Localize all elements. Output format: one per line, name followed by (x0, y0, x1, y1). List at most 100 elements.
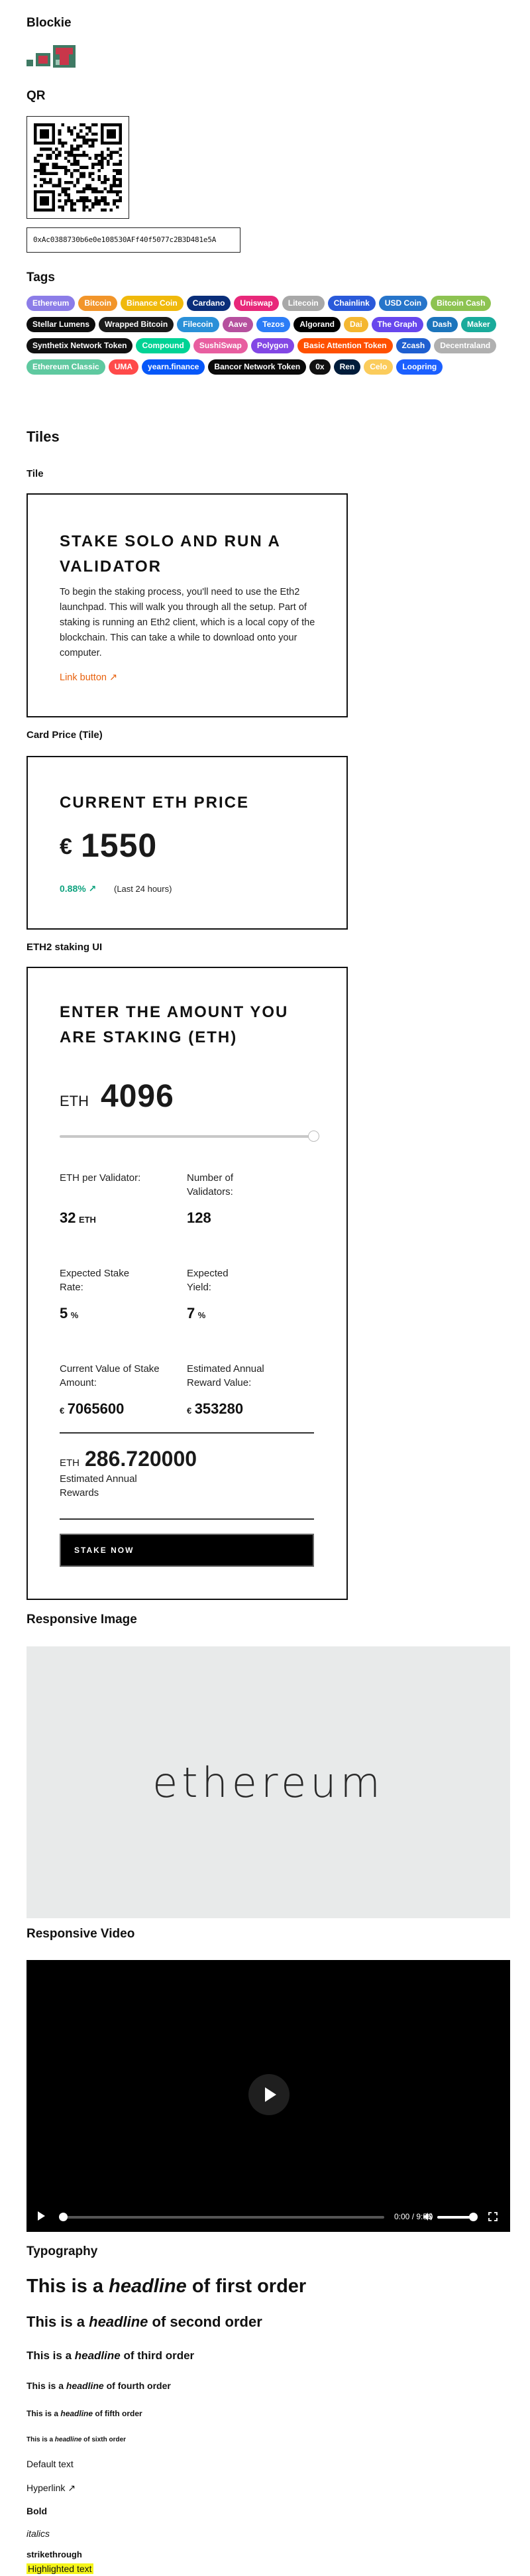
qr-title: QR (26, 89, 46, 103)
tag-dash[interactable]: Dash (426, 317, 458, 332)
typography-title: Typography (26, 2244, 98, 2258)
tag-ethereum-classic[interactable]: Ethereum Classic (26, 359, 105, 375)
tag-chainlink[interactable]: Chainlink (327, 296, 376, 311)
staking-tile: ENTER THE AMOUNT YOU ARE STAKING (ETH) E… (26, 967, 348, 1600)
staking-heading: ENTER THE AMOUNT YOU ARE STAKING (ETH) (60, 1003, 289, 1046)
tag-the-graph[interactable]: The Graph (371, 317, 423, 332)
tag-decentraland[interactable]: Decentraland (434, 338, 497, 353)
validator-tile: STAKE SOLO AND RUN A VALIDATOR To begin … (26, 493, 348, 717)
highlighted-text: Highlighted text (26, 2563, 93, 2574)
validators-label: Number of Validators: (187, 1172, 234, 1197)
tile-heading: STAKE SOLO AND RUN A VALIDATOR (60, 532, 280, 576)
headline-5: This is a headline of fifth order (26, 2409, 142, 2418)
tag-bancor-network-token[interactable]: Bancor Network Token (208, 359, 307, 375)
italic-text: italics (26, 2528, 50, 2539)
tag-0x[interactable]: 0x (309, 359, 331, 375)
price-period: (Last 24 hours) (114, 884, 172, 894)
tag-celo[interactable]: Celo (364, 359, 394, 375)
strikethrough-text: strikethrough (26, 2549, 82, 2559)
tiles-title: Tiles (26, 428, 60, 445)
tag-filecoin[interactable]: Filecoin (177, 317, 219, 332)
tag-usd-coin[interactable]: USD Coin (378, 296, 428, 311)
stake-now-label: STAKE NOW (74, 1546, 134, 1555)
price-value: 1550 (81, 827, 158, 864)
price-heading: CURRENT ETH PRICE (60, 794, 250, 812)
tags-title: Tags (26, 271, 55, 284)
tag-basic-attention-token[interactable]: Basic Attention Token (297, 338, 393, 353)
stake-slider-handle[interactable] (308, 1131, 319, 1142)
hyperlink[interactable]: Hyperlink ↗ (26, 2483, 76, 2494)
staking-section-title: ETH2 staking UI (26, 942, 103, 953)
tag-bitcoin-cash[interactable]: Bitcoin Cash (431, 296, 492, 311)
ethereum-banner-image: ethereum (26, 1646, 510, 1918)
tag-wrapped-bitcoin[interactable]: Wrapped Bitcoin (99, 317, 174, 332)
link-button[interactable]: Link button ↗ (60, 672, 117, 683)
video-progress-bar[interactable] (63, 2216, 384, 2219)
rewards-value: 286.720000 (85, 1447, 197, 1471)
video-player[interactable]: 0:00 / 9:56 (26, 1960, 510, 2232)
volume-handle[interactable] (469, 2213, 478, 2221)
eth-per-validator-value: 32 ETH (60, 1209, 96, 1226)
tag-bitcoin[interactable]: Bitcoin (78, 296, 118, 311)
tile-body: To begin the staking process, you'll nee… (60, 587, 315, 658)
wallet-address[interactable]: 0xAc0388730b6e0e108530AFf40f5077c2B3D481… (26, 227, 240, 253)
stake-now-button[interactable]: STAKE NOW (60, 1534, 314, 1567)
tag-polygon[interactable]: Polygon (250, 338, 295, 353)
yield-label: Expected Yield: (187, 1268, 229, 1293)
current-value-label: Current Value of Stake Amount: (60, 1363, 160, 1388)
tag-zcash[interactable]: Zcash (396, 338, 431, 353)
tag-algorand[interactable]: Algorand (293, 317, 341, 332)
blockie-title: Blockie (26, 16, 72, 30)
yield-value: 7 % (187, 1305, 206, 1321)
headline-2: This is a headline of second order (26, 2313, 262, 2330)
tag-sushiswap[interactable]: SushiSwap (193, 338, 248, 353)
price-tile: CURRENT ETH PRICE € 1550 0.88% ↗ (Last 2… (26, 756, 348, 930)
bold-text: Bold (26, 2506, 48, 2516)
divider (60, 1432, 314, 1434)
reward-value: € 353280 (187, 1400, 244, 1417)
volume-slider[interactable] (437, 2216, 474, 2219)
reward-value-label: Estimated Annual Reward Value: (187, 1363, 264, 1388)
tag-tezos[interactable]: Tezos (256, 317, 291, 332)
video-progress-handle[interactable] (59, 2213, 68, 2221)
tag-dai[interactable]: Dai (343, 317, 368, 332)
stake-slider-track[interactable] (60, 1135, 314, 1138)
tag-maker[interactable]: Maker (461, 317, 496, 332)
play-icon[interactable] (38, 2211, 45, 2221)
tags-list: Ethereum Bitcoin Binance Coin Cardano Uniswa… (26, 296, 510, 375)
blockie-avatar (26, 44, 83, 74)
stake-rate-value: 5 % (60, 1305, 79, 1321)
responsive-video-title: Responsive Video (26, 1927, 135, 1941)
rewards-unit: ETH (60, 1457, 80, 1469)
tag-cardano[interactable]: Cardano (186, 296, 231, 311)
default-text: Default text (26, 2459, 74, 2469)
tile-section-title: Tile (26, 468, 44, 479)
eth-label: ETH (60, 1093, 89, 1109)
tag-stellar-lumens[interactable]: Stellar Lumens (26, 317, 96, 332)
tag-aave[interactable]: Aave (222, 317, 254, 332)
tag-loopring[interactable]: Loopring (396, 359, 443, 375)
headline-1: This is a headline of first order (26, 2276, 307, 2297)
tag-synthetix-network-token[interactable]: Synthetix Network Token (26, 338, 133, 353)
tag-uniswap[interactable]: Uniswap (234, 296, 279, 311)
tag-ethereum[interactable]: Ethereum (26, 296, 76, 311)
current-value: € 7065600 (60, 1400, 125, 1417)
headline-3: This is a headline of third order (26, 2349, 195, 2362)
qr-code (26, 116, 129, 219)
play-overlay-button[interactable] (248, 2074, 290, 2115)
tag-uma[interactable]: UMA (108, 359, 139, 375)
eth-per-validator-label: ETH per Validator: (60, 1172, 141, 1184)
divider (60, 1518, 314, 1520)
stake-amount[interactable]: 4096 (101, 1078, 174, 1115)
fullscreen-icon[interactable] (488, 2212, 498, 2225)
validators-value: 128 (187, 1209, 211, 1226)
tag-litecoin[interactable]: Litecoin (282, 296, 325, 311)
tag-yearn-finance[interactable]: yearn.finance (142, 359, 205, 375)
tag-ren[interactable]: Ren (333, 359, 361, 375)
tag-compound[interactable]: Compound (136, 338, 190, 353)
responsive-image-title: Responsive Image (26, 1613, 137, 1626)
tag-binance-coin[interactable]: Binance Coin (121, 296, 184, 311)
headline-4: This is a headline of fourth order (26, 2380, 171, 2391)
volume-icon[interactable] (423, 2212, 433, 2221)
headline-6: This is a headline of sixth order (26, 2436, 127, 2443)
